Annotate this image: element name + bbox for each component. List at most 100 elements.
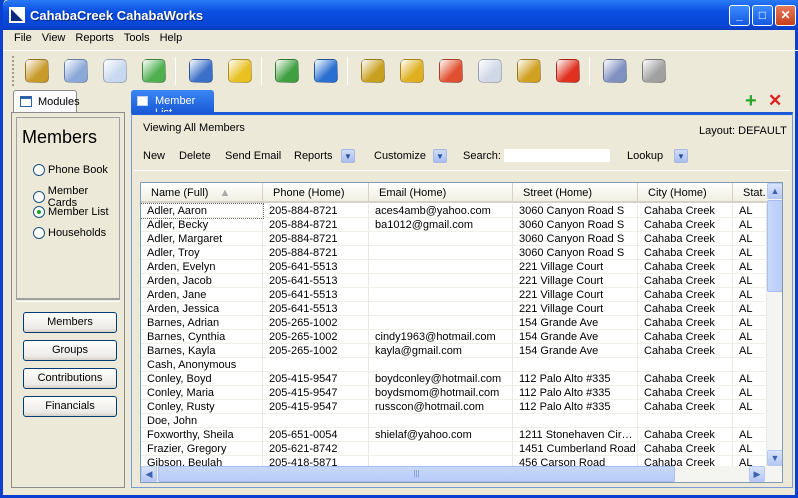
splitter[interactable]	[16, 299, 120, 302]
tab-modules[interactable]: Modules	[13, 90, 80, 112]
couple-icon[interactable]	[185, 55, 217, 87]
cell-name: Conley, Maria	[141, 386, 263, 400]
menu-view[interactable]: View	[37, 30, 71, 48]
gift-arrow-icon[interactable]	[513, 55, 545, 87]
calendar-grid-icon[interactable]	[474, 55, 506, 87]
table-row[interactable]: Arden, Jane 205-641-5513 221 Village Court…	[141, 288, 767, 302]
table-row[interactable]: Arden, Evelyn 205-641-5513 221 Village Cou…	[141, 260, 767, 274]
scroll-left-icon[interactable]: ◀	[141, 466, 157, 482]
table-row[interactable]: Barnes, Adrian 205-265-1002 154 Grande Ave…	[141, 316, 767, 330]
cell-street: 3060 Canyon Road S	[513, 204, 638, 218]
mailbox-icon[interactable]	[310, 55, 342, 87]
column-header-city[interactable]: City (Home)	[638, 183, 733, 201]
close-button[interactable]: ✕	[775, 5, 796, 26]
table-row[interactable]: Foxworthy, Sheila 205-651-0054 shielaf@yah…	[141, 428, 767, 442]
table-row[interactable]: Adler, Troy 205-884-8721 3060 Canyon Road …	[141, 246, 767, 260]
menu-tools[interactable]: Tools	[119, 30, 155, 48]
address-book-icon[interactable]	[21, 55, 53, 87]
table-row[interactable]: Adler, Margaret 205-884-8721 3060 Canyon R…	[141, 232, 767, 246]
cell-email	[369, 302, 513, 316]
footprints-icon[interactable]	[224, 55, 256, 87]
table-row[interactable]: Adler, Aaron 205-884-8721 aces4amb@yahoo.c…	[141, 203, 767, 219]
table-row[interactable]: Barnes, Kayla 205-265-1002 kayla@gmail.com…	[141, 344, 767, 358]
scroll-down-icon[interactable]: ▼	[767, 450, 782, 466]
viewing-label: Viewing All Members	[143, 122, 245, 134]
users-icon[interactable]	[599, 55, 631, 87]
radio-households[interactable]: Households	[33, 227, 106, 239]
theater-masks-icon[interactable]	[638, 55, 670, 87]
reports-button[interactable]: Reports	[294, 150, 333, 162]
cell-phone: 205-884-8721	[263, 246, 369, 260]
table-row[interactable]: Cash, Anonymous	[141, 358, 767, 372]
column-header-phone[interactable]: Phone (Home)	[263, 183, 369, 201]
scroll-right-icon[interactable]: ▶	[749, 466, 765, 482]
table-row[interactable]: Arden, Jacob 205-641-5513 221 Village Cour…	[141, 274, 767, 288]
vertical-scroll-thumb[interactable]	[767, 200, 782, 292]
cell-phone: 205-641-5513	[263, 288, 369, 302]
radio-selected-icon	[33, 206, 45, 218]
cell-street: 112 Palo Alto #335	[513, 400, 638, 414]
cell-email	[369, 358, 513, 372]
cell-state: AL	[733, 316, 767, 330]
radio-icon	[33, 227, 45, 239]
delete-button[interactable]: Delete	[179, 150, 211, 162]
column-header-state[interactable]: Stat.	[733, 183, 767, 201]
radio-label: Households	[48, 227, 107, 239]
envelope-money-icon[interactable]	[271, 55, 303, 87]
coins-money-icon[interactable]	[357, 55, 389, 87]
table-row[interactable]: Conley, Rusty 205-415-9547 russcon@hotmail…	[141, 400, 767, 414]
menu-file[interactable]: File	[9, 30, 37, 48]
lookup-button[interactable]: Lookup	[627, 150, 663, 162]
customize-dropdown-icon[interactable]: ▼	[433, 149, 447, 163]
column-header-street[interactable]: Street (Home)	[513, 183, 638, 201]
tab-modules-label: Modules	[38, 96, 80, 108]
gift-box-icon[interactable]	[396, 55, 428, 87]
table-row[interactable]: Adler, Becky 205-884-8721 ba1012@gmail.com…	[141, 218, 767, 232]
groups-button[interactable]: Groups	[23, 340, 117, 361]
contributions-button[interactable]: Contributions	[23, 368, 117, 389]
maximize-button[interactable]: □	[752, 5, 773, 26]
menu-help[interactable]: Help	[155, 30, 188, 48]
minimize-button[interactable]: _	[729, 5, 750, 26]
lookup-dropdown-icon[interactable]: ▼	[674, 149, 688, 163]
table-row[interactable]: Barnes, Cynthia 205-265-1002 cindy1963@hot…	[141, 330, 767, 344]
toolbar-grip[interactable]	[12, 56, 15, 86]
menu-reports[interactable]: Reports	[70, 30, 119, 48]
alarm-clock-icon[interactable]	[552, 55, 584, 87]
column-label: Name (Full)	[151, 187, 209, 199]
cell-street: 1211 Stonehaven Cir…	[513, 428, 638, 442]
toolbar	[3, 50, 798, 88]
reports-dropdown-icon[interactable]: ▼	[341, 149, 355, 163]
horizontal-scroll-thumb[interactable]: |||	[158, 466, 675, 482]
column-header-email[interactable]: Email (Home)	[369, 183, 513, 201]
cell-state: AL	[733, 442, 767, 456]
radio-member-list[interactable]: Member List	[33, 206, 109, 218]
add-tab-icon[interactable]: +	[745, 91, 759, 111]
scroll-up-icon[interactable]: ▲	[767, 183, 782, 199]
horizontal-scrollbar[interactable]: ◀ ||| ▶	[141, 466, 782, 482]
table-row[interactable]: Conley, Maria 205-415-9547 boydsmom@hotmai…	[141, 386, 767, 400]
table-row[interactable]: Conley, Boyd 205-415-9547 boydconley@hotma…	[141, 372, 767, 386]
radio-phone-book[interactable]: Phone Book	[33, 164, 108, 176]
document-icon[interactable]	[99, 55, 131, 87]
credit-card-icon[interactable]	[435, 55, 467, 87]
new-button[interactable]: New	[143, 150, 165, 162]
news-icon[interactable]	[60, 55, 92, 87]
table-row[interactable]: Frazier, Gregory 205-621-8742 1451 Cumberl…	[141, 442, 767, 456]
family-group-icon[interactable]	[138, 55, 170, 87]
cell-phone: 205-265-1002	[263, 316, 369, 330]
table-row[interactable]: Doe, John	[141, 414, 767, 428]
vertical-scrollbar[interactable]: ▲ ▼	[767, 183, 782, 466]
close-tab-icon[interactable]: ✕	[768, 92, 782, 109]
members-button[interactable]: Members	[23, 312, 117, 333]
cell-phone: 205-641-5513	[263, 302, 369, 316]
column-header-name[interactable]: Name (Full) ▲	[141, 183, 263, 201]
window-icon	[137, 96, 148, 106]
search-input[interactable]	[504, 149, 610, 162]
table-row[interactable]: Arden, Jessica 205-641-5513 221 Village Co…	[141, 302, 767, 316]
financials-button[interactable]: Financials	[23, 396, 117, 417]
tab-member-list[interactable]: Member List	[131, 90, 214, 119]
customize-button[interactable]: Customize	[374, 150, 426, 162]
send-email-button[interactable]: Send Email	[225, 150, 281, 162]
cell-city: Cahaba Creek	[638, 428, 733, 442]
